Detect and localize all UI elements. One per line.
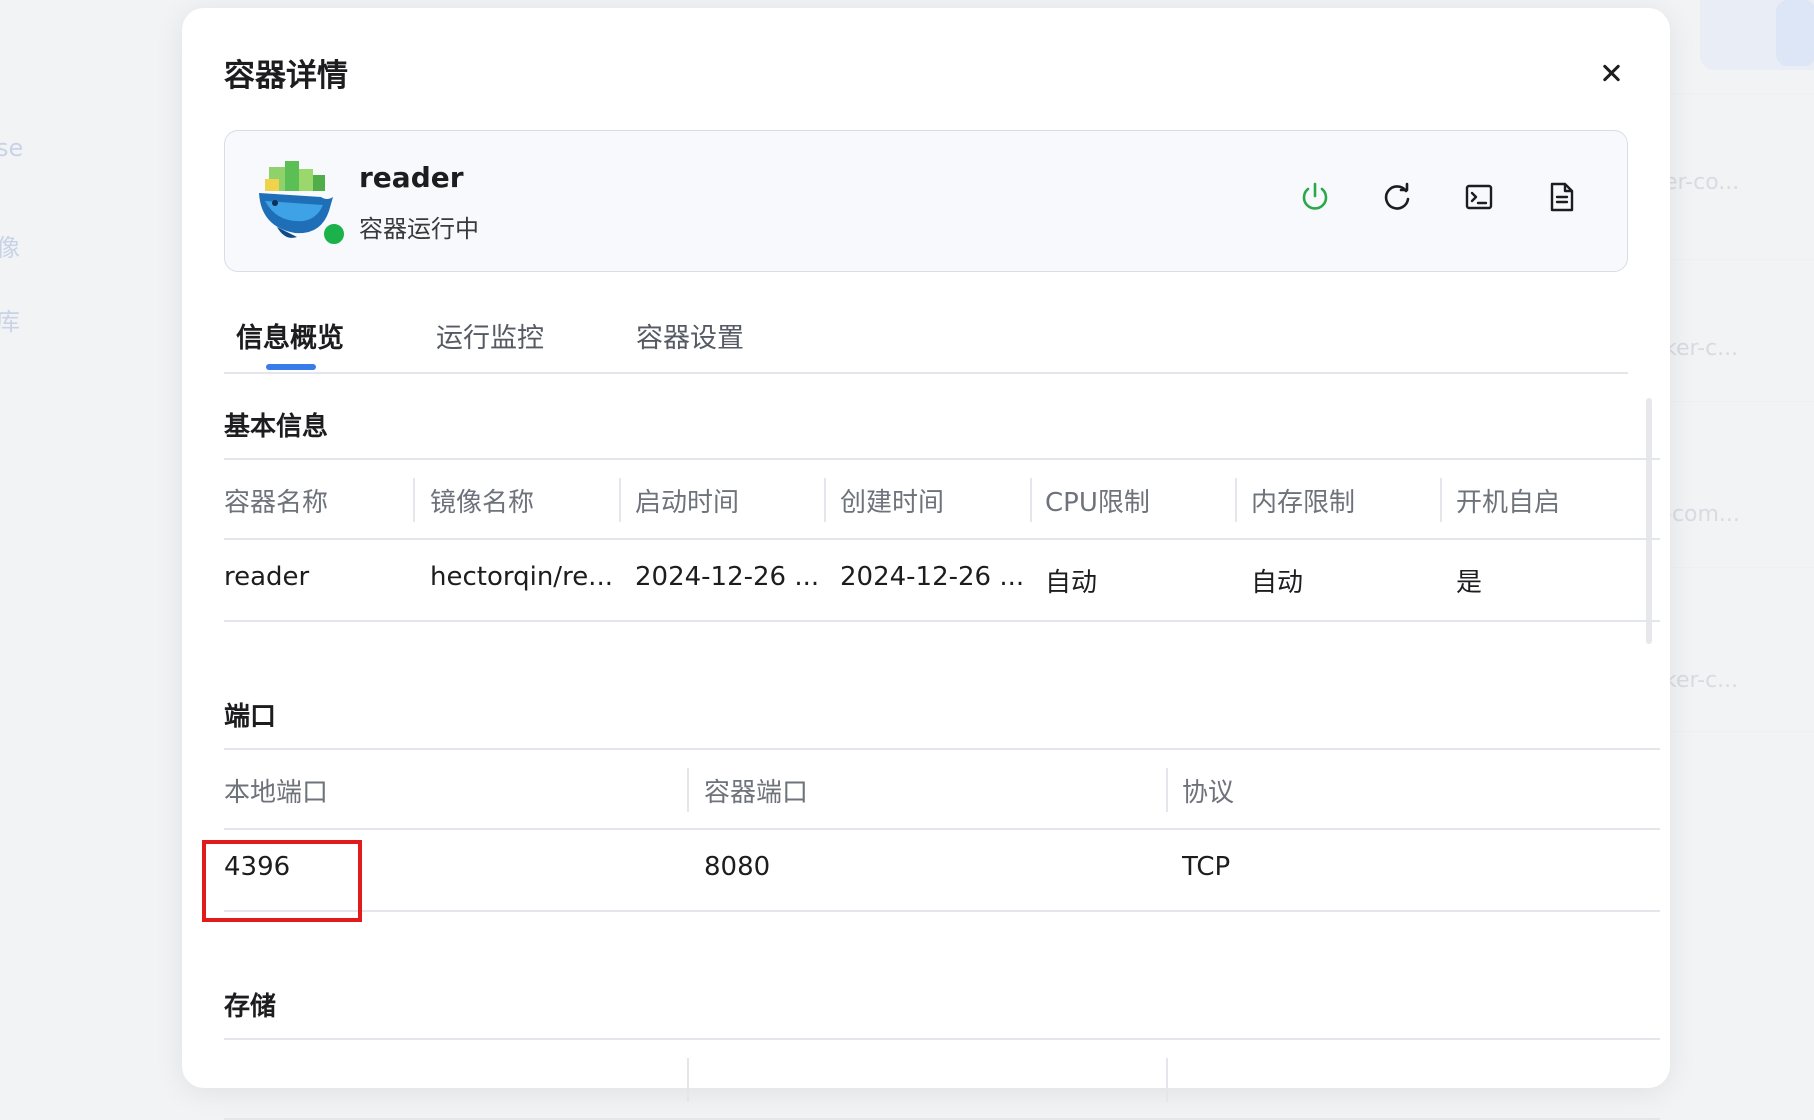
background-divider xyxy=(1660,566,1814,568)
highlight-annotation-box xyxy=(202,840,362,922)
column-divider xyxy=(1235,478,1237,522)
column-divider xyxy=(413,478,415,522)
restart-icon xyxy=(1384,182,1410,210)
table-cell-container-port: 8080 xyxy=(704,852,771,882)
container-status-text: 容器运行中 xyxy=(359,215,479,243)
table-cell: 2024-12-26 ... xyxy=(635,562,820,592)
column-header: 本地端口 xyxy=(224,778,329,808)
container-name: reader xyxy=(359,161,464,194)
tab-overview[interactable]: 信息概览 xyxy=(236,316,344,355)
background-list-item: ker-c... xyxy=(1664,668,1739,693)
background-divider xyxy=(1660,400,1814,402)
column-header: 镜像名称 xyxy=(430,488,535,518)
column-divider xyxy=(824,478,826,522)
background-divider xyxy=(1660,92,1814,94)
background-sidebar-item: 像 xyxy=(0,234,20,262)
background-sidebar: se 像 库 xyxy=(0,0,120,1064)
section-title-storage: 存储 xyxy=(224,992,277,1022)
modal-title: 容器详情 xyxy=(224,58,348,94)
column-divider xyxy=(687,1058,689,1102)
tab-settings[interactable]: 容器设置 xyxy=(636,316,744,355)
column-header: 启动时间 xyxy=(635,488,740,518)
background-list-item: er-co... xyxy=(1664,170,1740,195)
column-divider xyxy=(687,768,689,812)
restart-button[interactable] xyxy=(1377,177,1417,217)
terminal-icon xyxy=(1465,184,1493,210)
column-header: 开机自启 xyxy=(1456,488,1561,518)
table-cell: 是 xyxy=(1456,568,1483,598)
background-list-item: ker-c... xyxy=(1664,336,1739,361)
detail-tabs: 信息概览 运行监控 容器设置 xyxy=(224,308,1628,374)
close-icon[interactable] xyxy=(1596,58,1626,88)
table-cell: 2024-12-26 ... xyxy=(840,562,1025,592)
background-divider xyxy=(1660,730,1814,732)
basic-info-table: 容器名称 镜像名称 启动时间 创建时间 CPU限制 内存限制 开机自启 read… xyxy=(224,458,1660,624)
background-sidebar-item: 库 xyxy=(0,308,20,336)
container-header-card: reader 容器运行中 xyxy=(224,130,1628,272)
column-header: 协议 xyxy=(1182,778,1235,808)
background-list-item: -com... xyxy=(1664,502,1740,527)
container-detail-modal: 容器详情 reader 容器运行中 信息概览 运行监控 容器设置 基本信息 容器… xyxy=(182,8,1670,1120)
table-cell: 自动 xyxy=(1045,568,1098,598)
column-header: 容器端口 xyxy=(704,778,809,808)
table-cell: 自动 xyxy=(1251,568,1304,598)
table-header-row: 本地端口 容器端口 协议 xyxy=(224,748,1660,830)
background-divider xyxy=(1660,258,1814,260)
tab-monitoring[interactable]: 运行监控 xyxy=(436,316,544,355)
background-list: er-co... ker-c... -com... ker-c... xyxy=(1660,0,1814,1064)
column-header: 内存限制 xyxy=(1251,488,1356,518)
section-title-basic-info: 基本信息 xyxy=(224,412,329,442)
table-header-row xyxy=(224,1038,1660,1120)
storage-table xyxy=(224,1038,1660,1120)
table-cell: reader xyxy=(224,562,310,592)
terminal-button[interactable] xyxy=(1459,177,1499,217)
table-row: reader hectorqin/re... 2024-12-26 ... 20… xyxy=(224,540,1660,622)
power-icon xyxy=(1302,182,1328,210)
column-header: CPU限制 xyxy=(1045,488,1150,518)
power-button[interactable] xyxy=(1295,177,1335,217)
column-divider xyxy=(1166,768,1168,812)
column-divider xyxy=(1440,478,1442,522)
running-status-dot xyxy=(321,221,347,247)
column-header: 创建时间 xyxy=(840,488,945,518)
document-icon xyxy=(1550,182,1574,212)
column-header: 容器名称 xyxy=(224,488,329,518)
table-cell: hectorqin/re... xyxy=(430,562,613,592)
table-cell-protocol: TCP xyxy=(1182,852,1231,882)
column-divider xyxy=(1166,1058,1168,1102)
table-row: 4396 8080 TCP xyxy=(224,830,1660,912)
active-tab-indicator xyxy=(266,364,316,370)
column-divider xyxy=(619,478,621,522)
table-header-row: 容器名称 镜像名称 启动时间 创建时间 CPU限制 内存限制 开机自启 xyxy=(224,458,1660,540)
column-divider xyxy=(1030,478,1032,522)
logs-button[interactable] xyxy=(1541,177,1581,217)
background-sidebar-item: se xyxy=(0,134,24,162)
ports-table: 本地端口 容器端口 协议 4396 8080 TCP xyxy=(224,748,1660,914)
section-title-ports: 端口 xyxy=(224,702,277,732)
